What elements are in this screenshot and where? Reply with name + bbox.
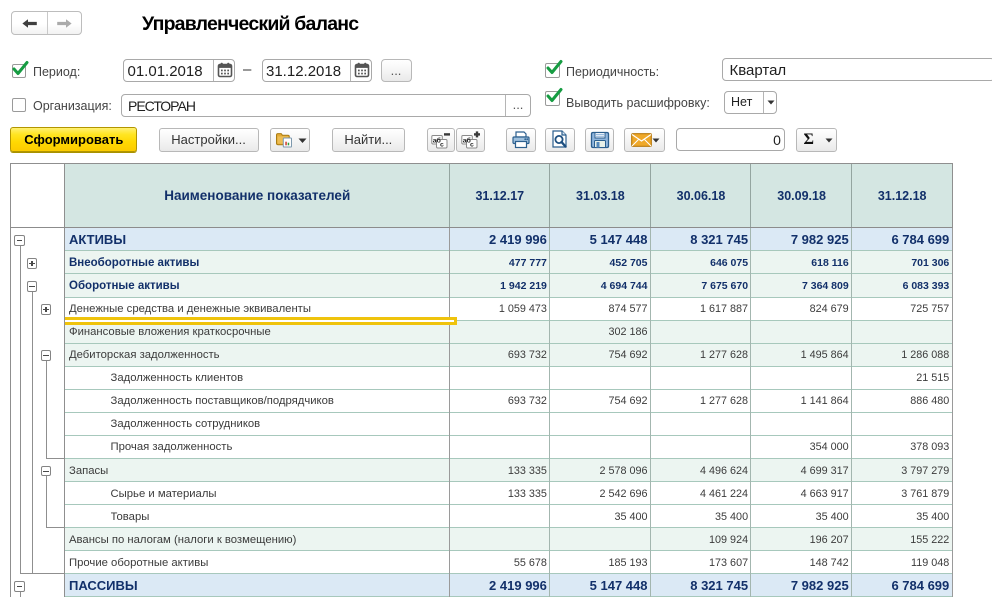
svg-text:с: с <box>440 141 444 148</box>
svg-text:с: с <box>470 141 474 148</box>
